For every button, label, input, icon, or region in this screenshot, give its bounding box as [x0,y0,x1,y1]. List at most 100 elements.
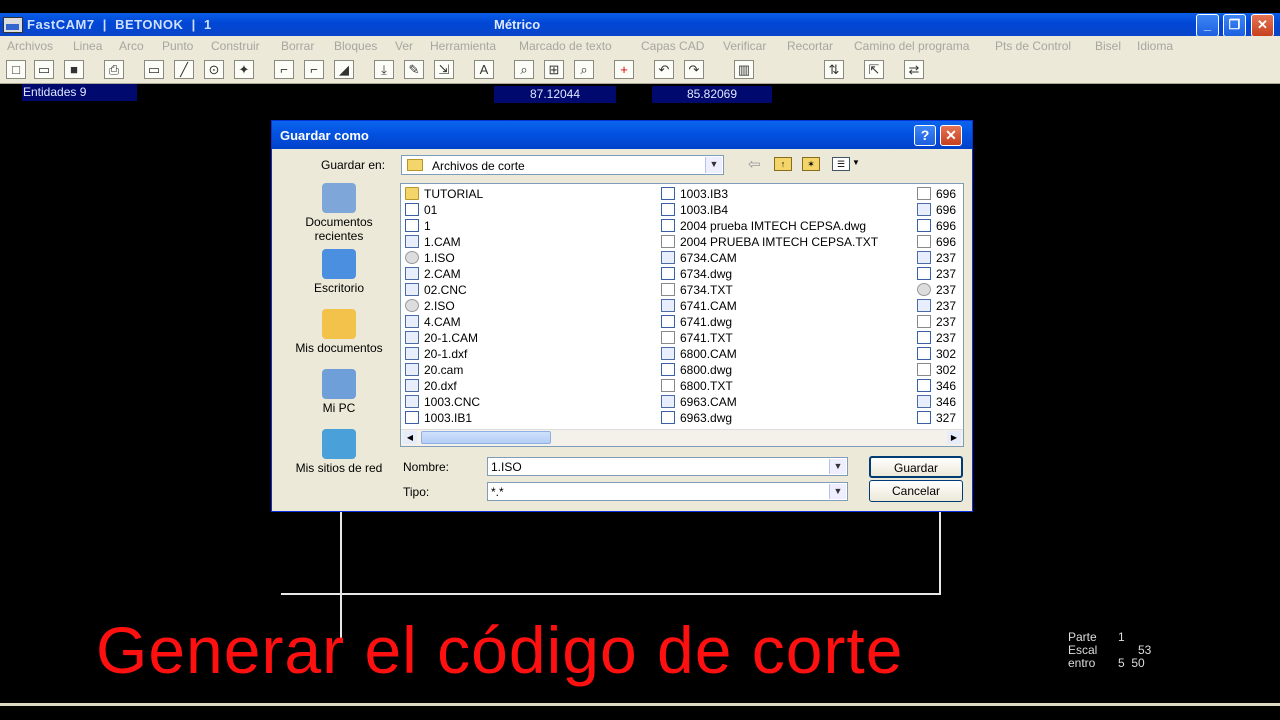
export-icon[interactable]: ⇲ [434,60,454,79]
file-item[interactable]: 6963.dwg [659,410,911,426]
undo-icon[interactable]: ↶ [654,60,674,79]
menu-item[interactable]: Archivos [7,39,53,53]
menu-item[interactable]: Marcado de texto [519,39,612,53]
menu-item[interactable]: Pts de Control [995,39,1071,53]
file-item[interactable]: 1003.IB4 [659,202,911,218]
places-network[interactable]: Mis sitios de red [284,429,394,475]
places-recent-documents[interactable]: Documentos recientes [284,183,394,243]
cut-icon[interactable]: ⇱ [864,60,884,79]
output-icon[interactable]: ⇄ [904,60,924,79]
fit-icon[interactable]: ⊞ [544,60,564,79]
places-desktop[interactable]: Escritorio [284,249,394,295]
point-icon[interactable]: ✦ [234,60,254,79]
file-item[interactable]: 237 [915,282,963,298]
new-folder-icon[interactable]: ✶ [802,157,820,171]
places-my-computer[interactable]: Mi PC [284,369,394,415]
circle-icon[interactable]: ⊙ [204,60,224,79]
file-item[interactable]: 237 [915,266,963,282]
file-item[interactable]: 2004 PRUEBA IMTECH CEPSA.TXT [659,234,911,250]
chevron-down-icon[interactable]: ▼ [829,484,846,499]
redo-icon[interactable]: ↷ [684,60,704,79]
menu-item[interactable]: Idioma [1137,39,1173,53]
maximize-button[interactable]: ❐ [1223,14,1246,37]
file-item[interactable]: 327 [915,410,963,426]
text-icon[interactable]: A [474,60,494,79]
import-icon[interactable]: ⤓ [374,60,394,79]
up-folder-icon[interactable]: ↑ [774,157,792,171]
chevron-down-icon[interactable]: ▼ [705,157,722,173]
file-item[interactable]: 6800.dwg [659,362,911,378]
file-item[interactable]: 2004 prueba IMTECH CEPSA.dwg [659,218,911,234]
line-icon[interactable]: ╱ [174,60,194,79]
file-name-input[interactable]: 1.ISO ▼ [487,457,848,476]
file-item[interactable]: 20.cam [403,362,653,378]
file-item[interactable]: 696 [915,202,963,218]
zoom-icon[interactable]: ⌕ [514,60,534,79]
scroll-thumb[interactable] [421,431,551,444]
new-icon[interactable]: □ [6,60,26,79]
chart-icon[interactable]: ▥ [734,60,754,79]
file-item[interactable]: 346 [915,378,963,394]
file-item[interactable]: 6741.CAM [659,298,911,314]
print-icon[interactable]: ⎙ [104,60,124,79]
back-arrow-icon[interactable]: ⇦ [748,155,761,173]
chevron-down-icon[interactable]: ▼ [829,459,846,474]
file-item[interactable]: 6741.TXT [659,330,911,346]
file-item[interactable]: 4.CAM [403,314,653,330]
help-button[interactable]: ? [914,125,936,146]
corner2-icon[interactable]: ⌐ [304,60,324,79]
file-item[interactable]: 1003.CNC [403,394,653,410]
file-item[interactable]: 20-1.CAM [403,330,653,346]
edit-icon[interactable]: ✎ [404,60,424,79]
file-item[interactable]: 237 [915,250,963,266]
file-item[interactable]: 1003.IB3 [659,186,911,202]
file-item[interactable]: 2.CAM [403,266,653,282]
places-my-documents[interactable]: Mis documentos [284,309,394,355]
menu-item[interactable]: Herramienta [430,39,496,53]
nest-icon[interactable]: ⇅ [824,60,844,79]
file-item[interactable]: 6734.CAM [659,250,911,266]
file-item[interactable]: 2.ISO [403,298,653,314]
file-item[interactable]: 20.dxf [403,378,653,394]
fill-icon[interactable]: ◢ [334,60,354,79]
menu-item[interactable]: Arco [119,39,144,53]
file-list[interactable]: TUTORIAL 01 1 1.CAM 1.ISO 2.CAM 02.CNC 2.ISO 4.C… [400,183,964,447]
open-icon[interactable]: ▭ [34,60,54,79]
file-item[interactable]: 01 [403,202,653,218]
file-item[interactable]: 346 [915,394,963,410]
menu-item[interactable]: Punto [162,39,193,53]
save-icon[interactable]: ■ [64,60,84,79]
file-item[interactable]: 237 [915,330,963,346]
file-item[interactable]: 1 [403,218,653,234]
file-item[interactable]: 6963.CAM [659,394,911,410]
file-item[interactable]: 1.CAM [403,234,653,250]
file-item[interactable]: TUTORIAL [403,186,653,202]
menu-item[interactable]: Construir [211,39,260,53]
file-item[interactable]: 696 [915,234,963,250]
file-item[interactable]: 696 [915,186,963,202]
scroll-left-icon[interactable]: ◀ [403,431,417,444]
cancel-button[interactable]: Cancelar [869,480,963,502]
save-button[interactable]: Guardar [869,456,963,478]
file-type-select[interactable]: *.* ▼ [487,482,848,501]
file-item[interactable]: 20-1.dxf [403,346,653,362]
view-dropdown-icon[interactable]: ▼ [852,158,860,167]
menu-item[interactable]: Bloques [334,39,377,53]
corner-icon[interactable]: ⌐ [274,60,294,79]
file-item[interactable]: 237 [915,298,963,314]
menu-item[interactable]: Recortar [787,39,833,53]
file-item[interactable]: 6734.TXT [659,282,911,298]
menu-item[interactable]: Bisel [1095,39,1121,53]
file-item[interactable]: 696 [915,218,963,234]
file-item[interactable]: 6741.dwg [659,314,911,330]
menu-item[interactable]: Borrar [281,39,314,53]
menu-item[interactable]: Ver [395,39,413,53]
file-item[interactable]: 02.CNC [403,282,653,298]
menu-item[interactable]: Camino del programa [854,39,969,53]
zoom-prev-icon[interactable]: ⌕ [574,60,594,79]
file-item[interactable]: 6800.CAM [659,346,911,362]
menu-item[interactable]: Linea [73,39,102,53]
minimize-button[interactable]: _ [1196,14,1219,37]
file-item[interactable]: 237 [915,314,963,330]
add-icon[interactable]: + [614,60,634,79]
